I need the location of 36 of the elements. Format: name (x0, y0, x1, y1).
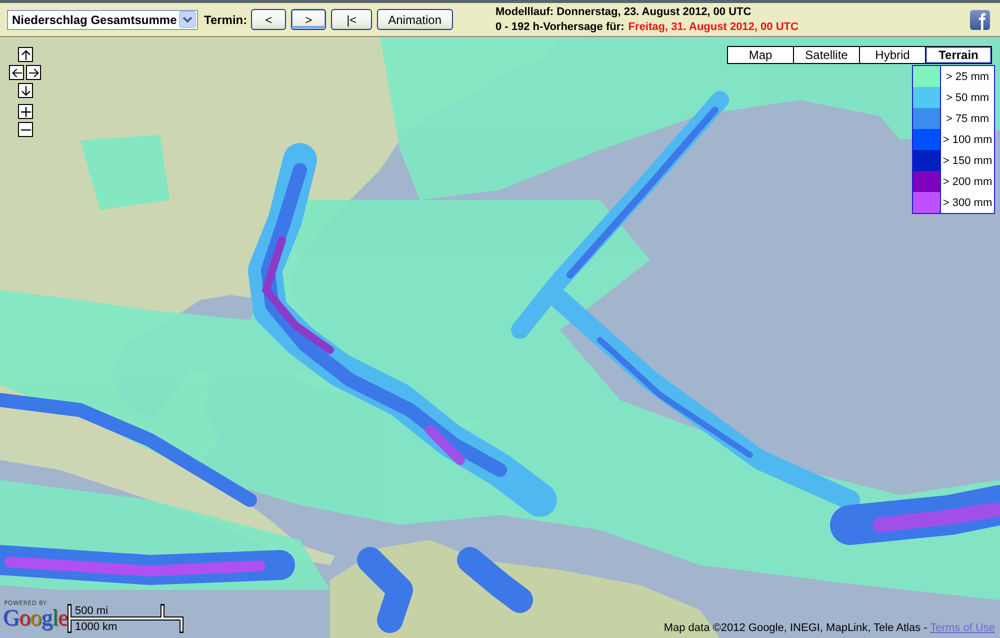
first-button[interactable]: |< (331, 9, 372, 30)
legend-label: > 300 mm (941, 192, 994, 213)
facebook-icon[interactable] (970, 10, 990, 30)
previous-button[interactable]: < (251, 9, 286, 30)
map-type-button[interactable]: Hybrid (859, 46, 926, 64)
pan-up-button[interactable] (18, 47, 33, 62)
legend-label: > 75 mm (941, 108, 994, 129)
map-type-button[interactable]: Map (727, 46, 794, 64)
arrow-down-icon (20, 86, 30, 96)
plus-icon (20, 106, 30, 116)
legend-label: > 50 mm (941, 87, 994, 108)
scale-miles-label: 500 mi (75, 605, 108, 617)
pan-right-button[interactable] (26, 65, 41, 80)
map-attribution: Map data ©2012 Google, INEGI, MapLink, Tele Atlas - Terms of Use (664, 622, 995, 635)
zoom-out-button[interactable] (18, 122, 33, 137)
arrow-left-icon (12, 68, 22, 78)
pan-left-button[interactable] (9, 65, 24, 80)
legend-label: > 100 mm (941, 129, 994, 150)
animation-button[interactable]: Animation (377, 9, 452, 30)
map-type-button[interactable]: Terrain (925, 46, 992, 64)
arrow-right-icon (28, 68, 38, 78)
forecast-label: 0 - 192 h-Vorhersage für: (496, 20, 624, 34)
product-dropdown[interactable]: Niederschlag Gesamtsumme (7, 10, 198, 30)
termin-label: Termin: (204, 12, 248, 26)
pan-down-button[interactable] (18, 83, 33, 98)
next-button[interactable]: > (291, 9, 326, 30)
arrow-up-icon (20, 50, 30, 60)
legend-label: > 25 mm (941, 66, 994, 87)
forecast-date: Freitag, 31. August 2012, 00 UTC (628, 20, 798, 34)
map-type-button[interactable]: Satellite (793, 46, 860, 64)
zoom-in-button[interactable] (18, 104, 33, 119)
legend-label: > 200 mm (941, 171, 994, 192)
legend-label: > 150 mm (941, 150, 994, 171)
model-run-text: Modelllauf: Donnerstag, 23. August 2012, 00 UTC (496, 4, 752, 20)
scale-km-label: 1000 km (75, 621, 118, 633)
minus-icon (20, 128, 30, 130)
